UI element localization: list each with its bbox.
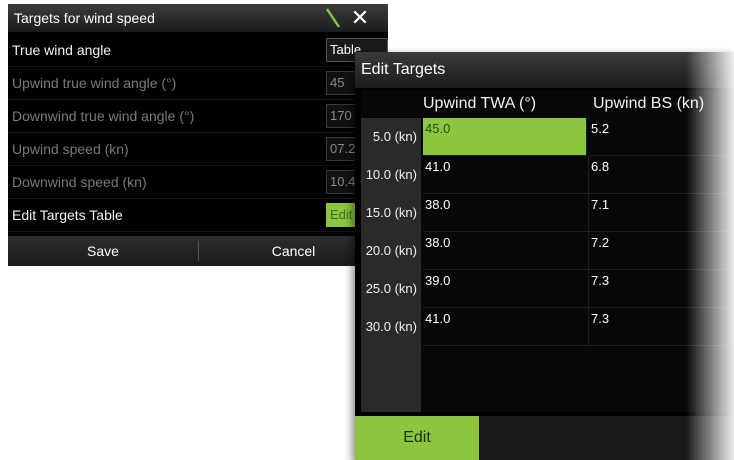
cell-upwind-twa[interactable]: 39.0 xyxy=(423,270,589,308)
row-header-30kn: 30.0 (kn) xyxy=(365,319,417,334)
edit-button[interactable]: Edit xyxy=(355,416,479,460)
cell-upwind-bs[interactable]: 7.3 xyxy=(589,308,734,346)
cell-upwind-bs[interactable]: 7.3 xyxy=(589,270,734,308)
column-header-upwind-bs: Upwind BS (kn) xyxy=(593,95,705,112)
cell-upwind-bs[interactable]: 7.1 xyxy=(589,194,734,232)
cell-upwind-twa[interactable]: 41.0 xyxy=(423,308,589,346)
targets-table: Upwind TWA (°) Upwind BS (kn) 5.0 (kn) 4… xyxy=(361,90,734,412)
edit-targets-footer: Edit xyxy=(355,416,734,460)
row-label: Downwind true wind angle (°) xyxy=(12,108,195,124)
edit-targets-title-bar: Edit Targets xyxy=(355,52,734,88)
cell-upwind-bs[interactable]: 7.2 xyxy=(589,232,734,270)
cell-upwind-twa[interactable]: 45.0 xyxy=(423,118,587,156)
cell-upwind-bs[interactable]: 5.2 xyxy=(589,118,734,156)
close-button[interactable]: ✕ xyxy=(348,6,372,30)
cell-upwind-bs[interactable]: 6.8 xyxy=(589,156,734,194)
save-button[interactable]: Save xyxy=(8,236,198,266)
row-header-10kn: 10.0 (kn) xyxy=(365,167,417,182)
row-label: True wind angle xyxy=(12,42,112,58)
row-label: Upwind true wind angle (°) xyxy=(12,75,177,91)
row-true-wind-angle[interactable]: True wind angle Table xyxy=(8,34,388,67)
cell-upwind-twa[interactable]: 38.0 xyxy=(423,232,589,270)
targets-dialog: Targets for wind speed ✕ True wind angle… xyxy=(8,4,388,266)
row-header-25kn: 25.0 (kn) xyxy=(365,281,417,296)
edit-targets-dialog: Edit Targets Upwind TWA (°) Upwind BS (k… xyxy=(355,52,734,460)
dialog-title-bar: Targets for wind speed ✕ xyxy=(8,4,388,32)
edit-targets-title: Edit Targets xyxy=(361,61,446,78)
row-downwind-twa: Downwind true wind angle (°) 170 xyxy=(8,100,388,133)
row-upwind-speed: Upwind speed (kn) 07.2 xyxy=(8,133,388,166)
column-header-upwind-twa: Upwind TWA (°) xyxy=(423,95,537,112)
dialog-title: Targets for wind speed xyxy=(14,10,155,26)
row-header-15kn: 15.0 (kn) xyxy=(365,205,417,220)
row-label: Downwind speed (kn) xyxy=(12,174,147,190)
row-edit-targets-table[interactable]: Edit Targets Table Edit xyxy=(8,199,388,232)
row-label: Edit Targets Table xyxy=(12,207,123,223)
row-upwind-twa: Upwind true wind angle (°) 45 xyxy=(8,67,388,100)
row-downwind-speed: Downwind speed (kn) 10.4 xyxy=(8,166,388,199)
row-label: Upwind speed (kn) xyxy=(12,141,129,157)
row-header-20kn: 20.0 (kn) xyxy=(365,243,417,258)
row-header-5kn: 5.0 (kn) xyxy=(372,129,417,144)
cell-upwind-twa[interactable]: 38.0 xyxy=(423,194,589,232)
cell-upwind-twa[interactable]: 41.0 xyxy=(423,156,589,194)
accent-slash-icon xyxy=(326,8,340,28)
dialog-footer: Save Cancel xyxy=(8,236,388,266)
